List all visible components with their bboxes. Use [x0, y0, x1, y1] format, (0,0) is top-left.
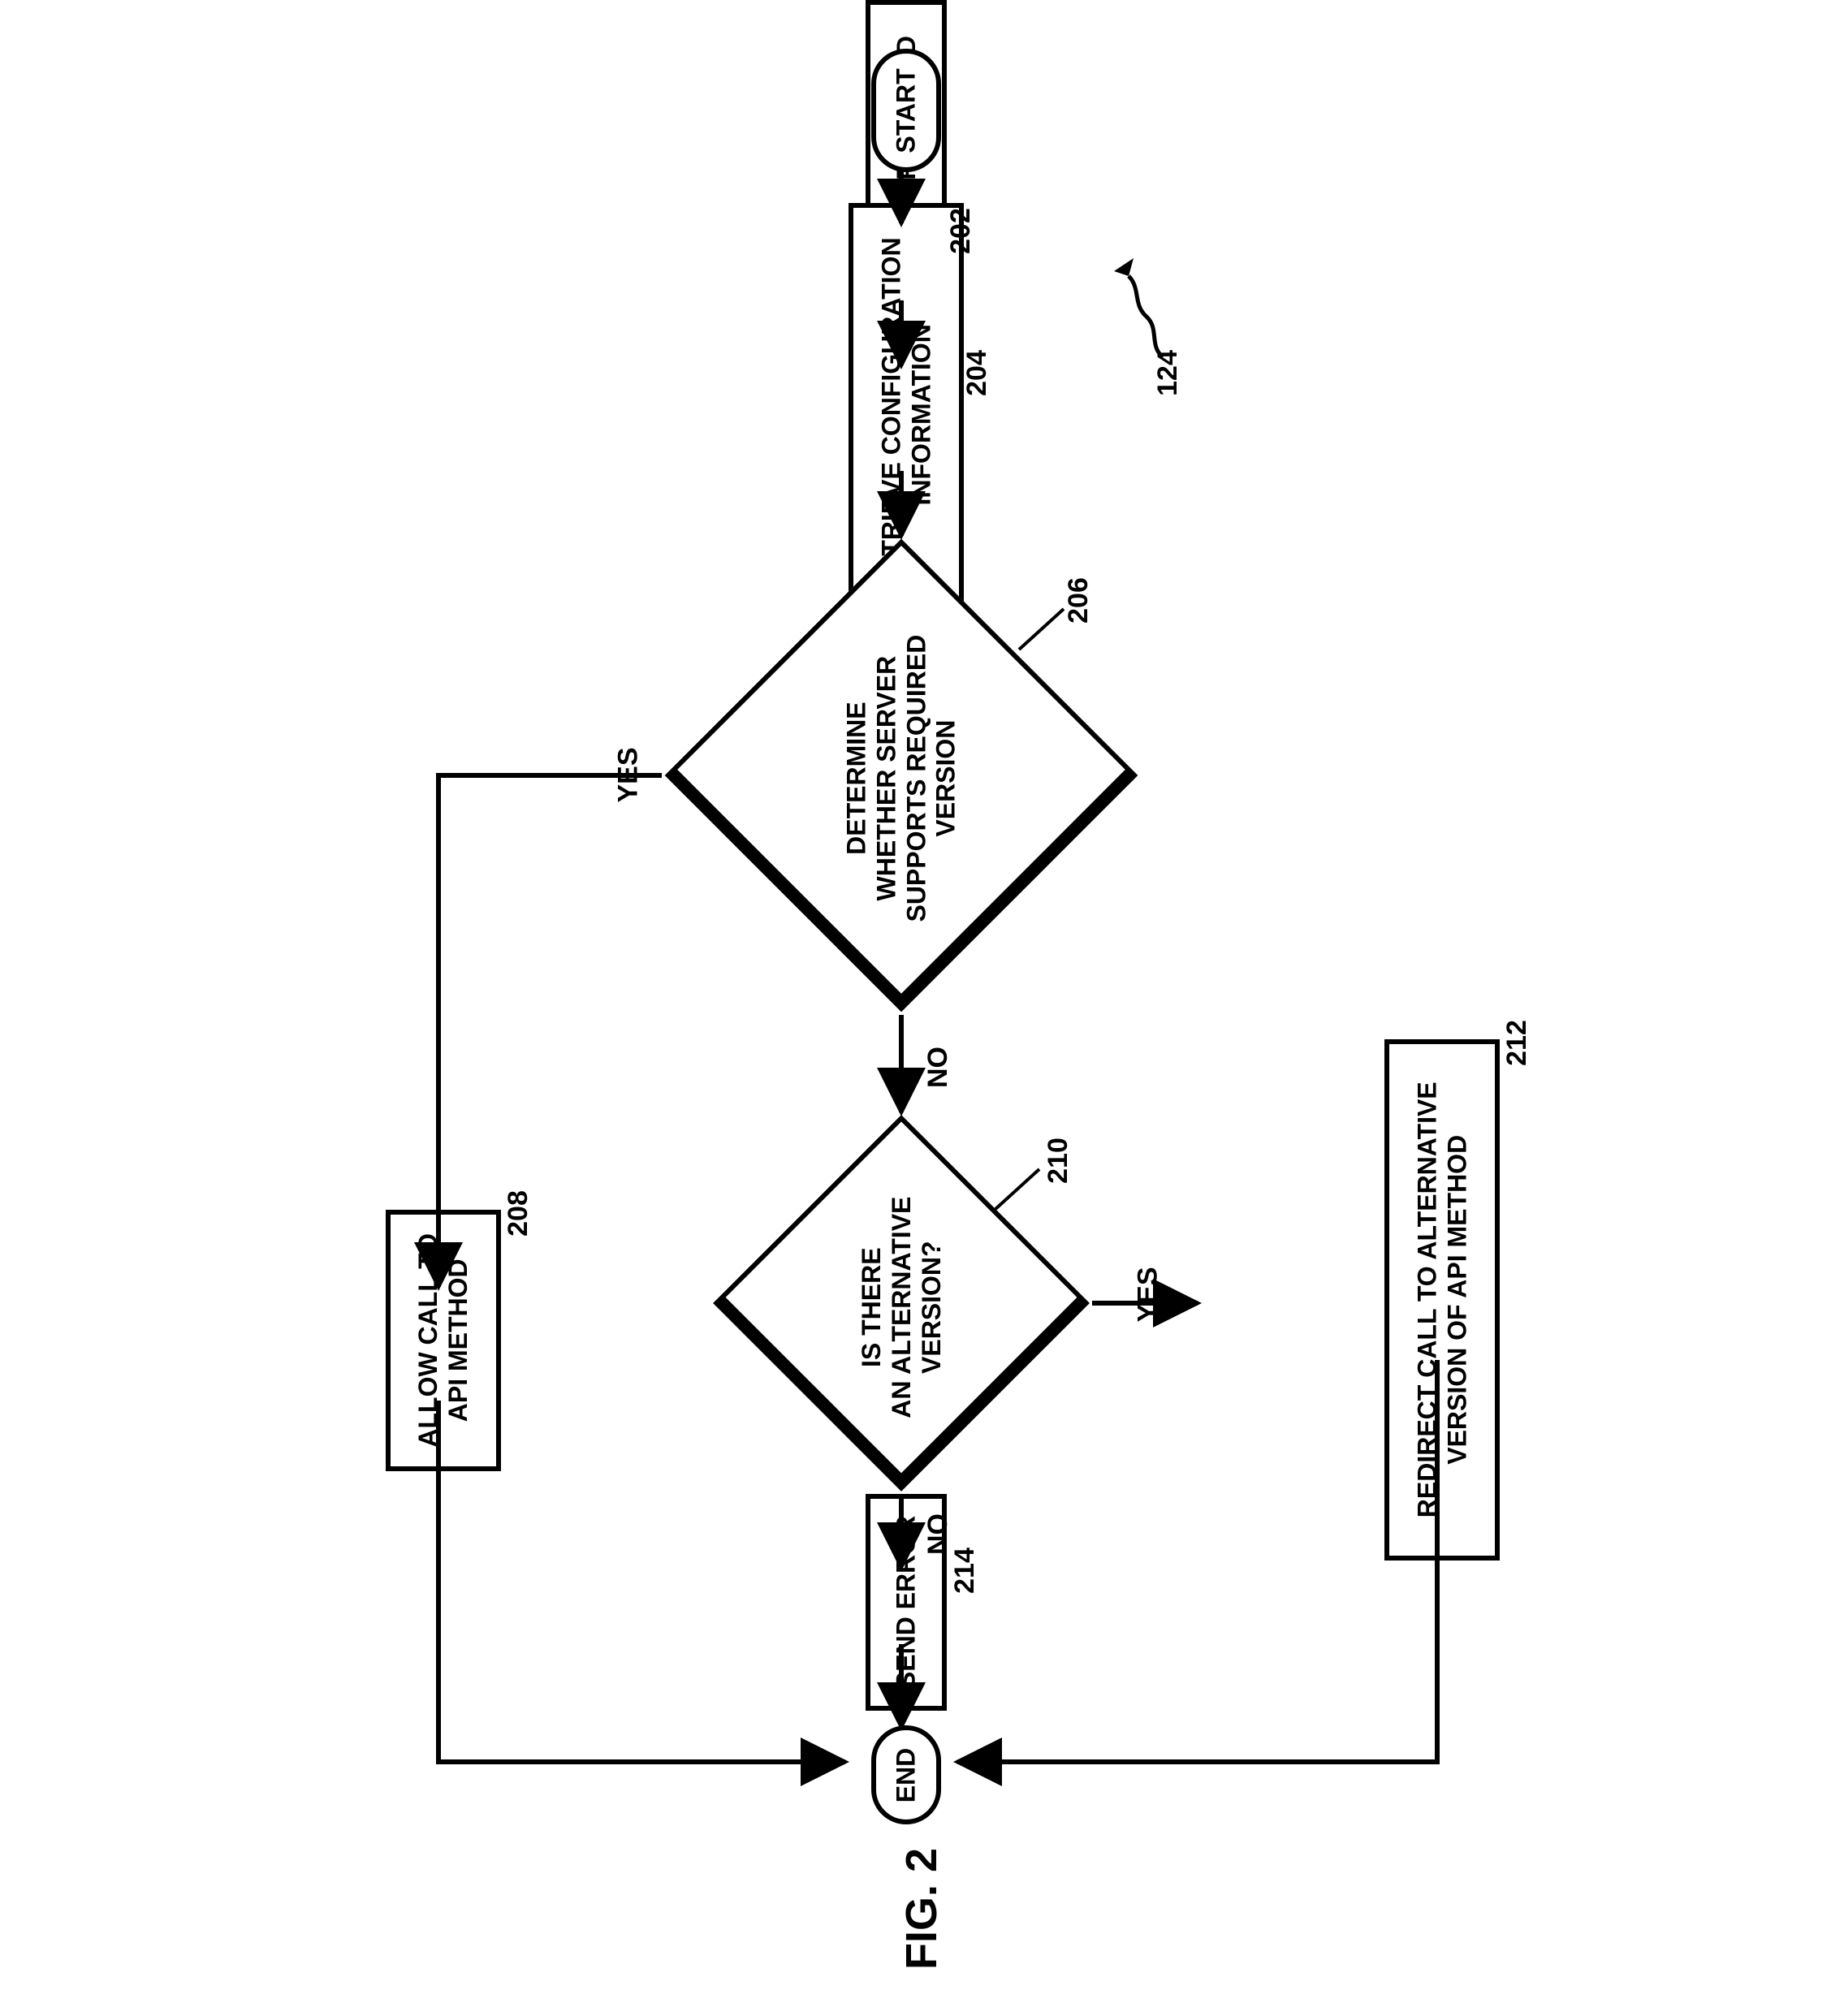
ref-204: 204	[961, 350, 993, 396]
ref-212: 212	[1501, 1020, 1533, 1066]
decision-210: IS THEREAN ALTERNATIVEVERSION?	[710, 1112, 1092, 1494]
start-terminator: START	[871, 49, 941, 172]
flowchart-canvas: START RECEIVE A CALL FOR API METHOD RETR…	[0, 0, 1844, 2016]
edge-210-no: NO	[922, 1513, 954, 1555]
ref-208: 208	[503, 1190, 534, 1237]
end-terminator: END	[871, 1725, 941, 1824]
ref-210: 210	[1043, 1138, 1074, 1184]
edge-210-yes: YES	[1133, 1267, 1164, 1322]
end-label: END	[892, 1747, 922, 1802]
edge-206-yes: YES	[613, 747, 645, 802]
start-label: START	[892, 68, 922, 153]
ref-124: 124	[1152, 350, 1184, 396]
edge-206-no: NO	[922, 1047, 954, 1088]
ref-202: 202	[945, 208, 977, 254]
figure-label: FIG. 2	[896, 1848, 947, 1970]
decision-206-text: DETERMINEWHETHER SERVERSUPPORTS REQUIRED…	[841, 572, 961, 986]
decision-210-text: IS THEREAN ALTERNATIVEVERSION?	[857, 1133, 946, 1482]
ref-206: 206	[1063, 577, 1095, 624]
